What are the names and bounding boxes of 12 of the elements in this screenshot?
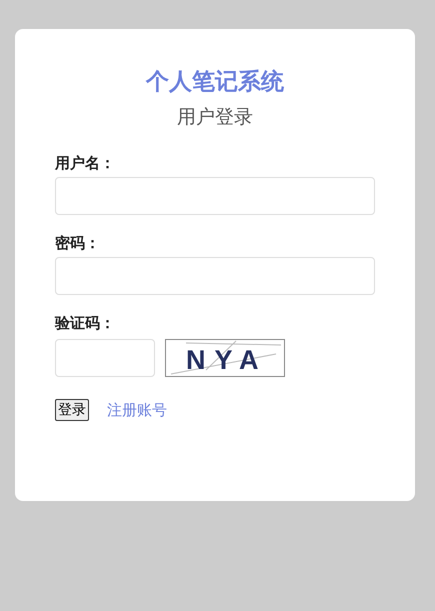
input-field[interactable]: [55, 177, 375, 215]
input-field[interactable]: [55, 257, 375, 295]
captcha-code: NYA: [186, 345, 268, 376]
field-label: 用户名：: [55, 153, 115, 173]
login-button[interactable]: 登录: [55, 399, 89, 421]
field-label: 验证码：: [55, 313, 115, 333]
field-label: 密码：: [55, 233, 100, 253]
register-link[interactable]: 注册账号: [107, 400, 167, 420]
page-subtitle: 用户登录: [176, 105, 254, 129]
captcha-input-field[interactable]: [55, 339, 155, 377]
app-title: 个人笔记系统: [144, 68, 285, 97]
captcha-image[interactable]: NYA: [165, 339, 285, 377]
